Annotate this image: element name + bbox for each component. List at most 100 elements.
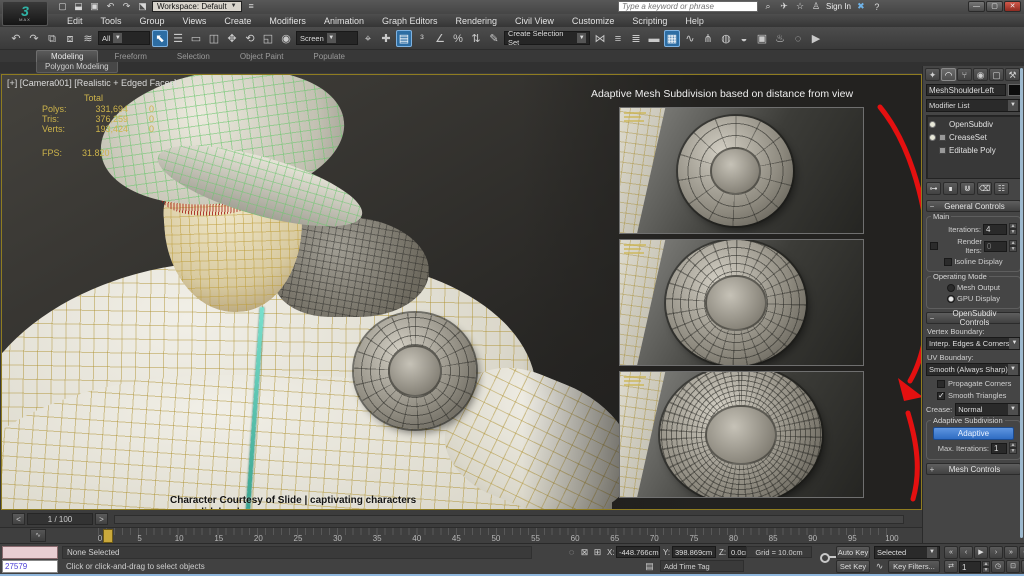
named-selection-set-field[interactable]: Create Selection Set ▼ — [504, 31, 590, 45]
schematic-view-icon[interactable]: ⋔ — [700, 30, 716, 47]
ribbon-tab[interactable]: Object Paint — [226, 51, 298, 62]
iterations-field[interactable]: 4 — [983, 224, 1007, 235]
minimize-button[interactable]: — — [968, 1, 985, 12]
reference-coordinate-dropdown[interactable]: Screen ▼ — [296, 31, 358, 45]
render-iters-field[interactable]: 0 — [984, 241, 1007, 252]
modifier-enable-bulb-icon[interactable] — [929, 134, 936, 141]
tab-create-icon[interactable]: ✦ — [925, 68, 940, 81]
iterations-spinner[interactable]: ▲▼ — [1009, 223, 1017, 235]
go-to-start-button[interactable]: « — [944, 546, 958, 559]
max-iterations-field[interactable]: 1 — [991, 443, 1007, 454]
menu-item[interactable]: Civil View — [506, 16, 563, 26]
vertex-boundary-dropdown[interactable]: Interp. Edges & Corners ▼ — [926, 337, 1021, 350]
ribbon-toggle-icon[interactable]: ▬ — [646, 30, 662, 47]
select-and-scale-icon[interactable]: ◱ — [260, 30, 276, 47]
previous-frame-nav-button[interactable]: < — [12, 513, 25, 525]
timeline-playhead[interactable] — [103, 529, 113, 543]
make-unique-icon[interactable]: ⋓ — [960, 182, 975, 195]
render-setup-icon[interactable]: ◒ — [736, 30, 752, 47]
layer-explorer-icon[interactable]: ≣ — [628, 30, 644, 47]
next-frame-nav-button[interactable]: > — [95, 513, 108, 525]
select-and-move-icon[interactable]: ✥ — [224, 30, 240, 47]
selection-set-dropdown[interactable]: Selected ▼ — [874, 546, 940, 559]
polygon-modeling-panel-tab[interactable]: Polygon Modeling — [36, 62, 118, 73]
maxscript-listener-pink[interactable] — [2, 546, 58, 559]
time-slider[interactable]: ∿ 05101520253035404550556065707580859095… — [0, 527, 922, 543]
select-and-link-icon[interactable]: ⧉ — [44, 30, 60, 47]
menu-item[interactable]: Group — [131, 16, 174, 26]
current-frame-field[interactable]: 1 — [959, 561, 981, 573]
menu-item[interactable]: Customize — [563, 16, 624, 26]
key-filter-curve-icon[interactable]: ∿ — [874, 561, 885, 572]
align-icon[interactable]: ≡ — [610, 30, 626, 47]
ribbon-tab[interactable]: Modeling — [36, 50, 98, 62]
key-filters-button[interactable]: Key Filters... — [888, 560, 940, 573]
camera-viewport[interactable]: [+] [Camera001] [Realistic + Edged Faces… — [1, 74, 922, 510]
toolbar-options-icon[interactable]: ≡ — [245, 1, 258, 12]
viewport-label[interactable]: [+] [Camera001] [Realistic + Edged Faces… — [7, 78, 177, 88]
selection-lock-icon[interactable]: ⊠ — [579, 547, 590, 558]
adaptive-button[interactable]: Adaptive — [933, 427, 1014, 440]
menu-item[interactable]: Edit — [58, 16, 92, 26]
key-mode-toggle-button[interactable]: ⇄ — [944, 560, 958, 573]
render-iterative-icon[interactable]: ◌ — [790, 30, 806, 47]
search-icon[interactable]: ⌕ — [762, 1, 774, 12]
viewport-zoom-region-icon[interactable]: ⊡ — [1006, 560, 1020, 573]
viewport-zoom-icon[interactable]: ⊕ — [1019, 546, 1024, 559]
material-editor-icon[interactable]: ◍ — [718, 30, 734, 47]
named-selection-sets-icon[interactable]: ✎ — [486, 30, 502, 47]
percent-snap-icon[interactable]: % — [450, 30, 466, 47]
selection-filter-dropdown[interactable]: All ▼ — [98, 31, 150, 45]
ribbon-tab[interactable]: Selection — [163, 51, 224, 62]
window-crossing-icon[interactable]: ◫ — [206, 30, 222, 47]
render-production-icon[interactable]: ♨ — [772, 30, 788, 47]
set-key-button[interactable]: Set Key — [836, 560, 870, 573]
frame-spinner[interactable]: ▲▼ — [982, 561, 990, 573]
bind-to-space-warp-icon[interactable]: ≋ — [80, 30, 96, 47]
select-object-icon[interactable]: ⬉ — [152, 30, 168, 47]
undo-icon[interactable]: ↶ — [8, 30, 24, 47]
menu-item[interactable]: Modifiers — [260, 16, 315, 26]
application-menu-button[interactable]: 3 MAX — [2, 1, 48, 26]
absolute-mode-icon[interactable]: ⊞ — [592, 547, 603, 558]
remove-modifier-icon[interactable]: ⌫ — [977, 182, 992, 195]
save-file-icon[interactable]: ▣ — [88, 1, 101, 12]
smooth-triangles-checkbox[interactable] — [937, 392, 945, 400]
show-end-result-icon[interactable]: ∎ — [943, 182, 958, 195]
rendered-frame-icon[interactable]: ▣ — [754, 30, 770, 47]
mirror-icon[interactable]: ⋈ — [592, 30, 608, 47]
menu-item[interactable]: Tools — [92, 16, 131, 26]
rollout-opensubdiv-controls[interactable]: − OpenSubdiv Controls — [926, 312, 1021, 324]
tab-utilities-icon[interactable]: ⚒ — [1005, 68, 1020, 81]
maxscript-listener-white[interactable]: 27579 — [2, 560, 58, 573]
new-file-icon[interactable]: ▢ — [56, 1, 69, 12]
angle-snap-icon[interactable]: ∠ — [432, 30, 448, 47]
autodesk-360-icon[interactable]: ✖ — [855, 1, 867, 12]
render-iters-spinner[interactable]: ▲▼ — [1009, 240, 1017, 252]
undo-small-icon[interactable]: ↶ — [104, 1, 117, 12]
y-coordinate-field[interactable]: 398.869cm — [672, 546, 716, 558]
menu-item[interactable]: Rendering — [447, 16, 507, 26]
snaps-toggle-icon[interactable]: ³ — [414, 30, 430, 47]
ribbon-tab[interactable]: Populate — [299, 51, 359, 62]
tab-modify-icon[interactable]: ◠ — [941, 68, 956, 81]
select-and-place-icon[interactable]: ◉ — [278, 30, 294, 47]
tab-hierarchy-icon[interactable]: ⑂ — [957, 68, 972, 81]
mini-curve-editor-icon[interactable]: ∿ — [30, 529, 46, 542]
x-coordinate-field[interactable]: -448.766cm — [616, 546, 660, 558]
menu-item[interactable]: Scripting — [623, 16, 676, 26]
communication-center-icon[interactable]: ✈ — [778, 1, 790, 12]
uv-boundary-dropdown[interactable]: Smooth (Always Sharp) ▼ — [926, 363, 1021, 376]
scene-explorer-icon[interactable]: ▦ — [664, 30, 680, 47]
tab-motion-icon[interactable]: ◉ — [973, 68, 988, 81]
rectangular-selection-icon[interactable]: ▭ — [188, 30, 204, 47]
track-bar-strip[interactable] — [114, 515, 904, 524]
panel-scrollbar[interactable] — [1020, 68, 1023, 538]
gpu-display-radio[interactable] — [947, 295, 955, 303]
play-animation-button[interactable]: ▶ — [974, 546, 988, 559]
select-and-rotate-icon[interactable]: ⟲ — [242, 30, 258, 47]
go-to-end-button[interactable]: » — [1004, 546, 1018, 559]
modifier-stack-row[interactable]: CreaseSet — [929, 131, 1018, 144]
menu-item[interactable]: Animation — [315, 16, 373, 26]
previous-frame-button[interactable]: ‹ — [959, 546, 973, 559]
